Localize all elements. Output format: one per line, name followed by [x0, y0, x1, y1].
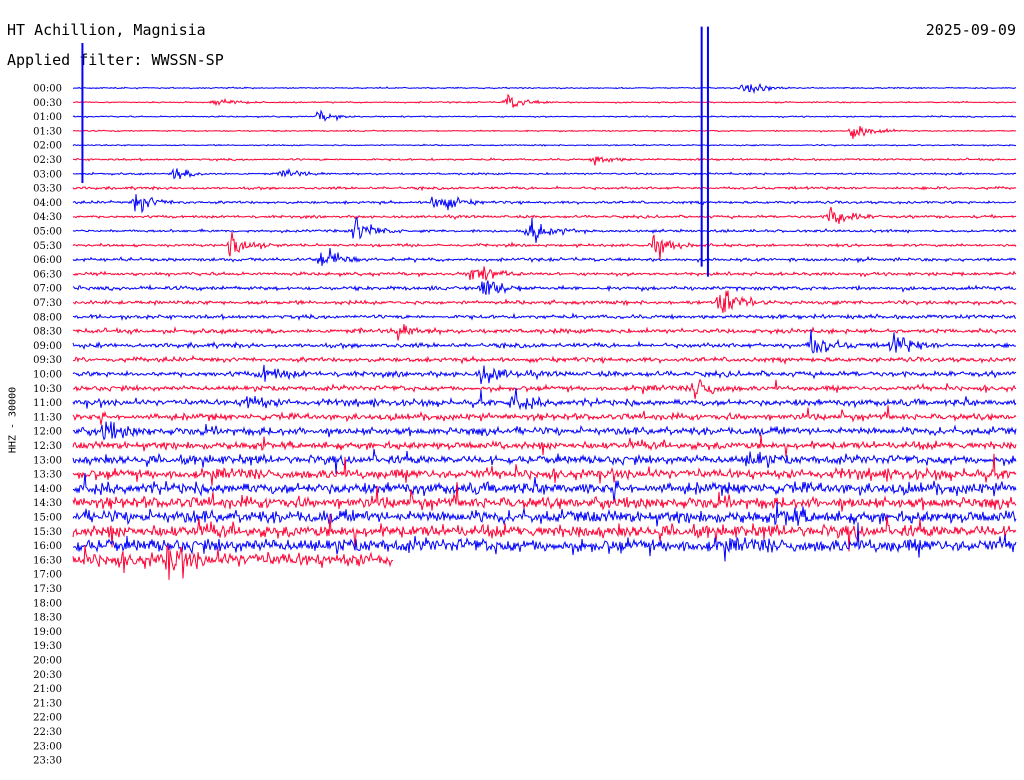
- trace-row: [72, 109, 1017, 122]
- trace-row: [72, 194, 1017, 214]
- time-labels: 00:00 00:30 01:00 01:30 02:00 02:30 03:00 03:30…: [33, 84, 62, 767]
- time-label: 15:00: [33, 513, 62, 524]
- time-label: 21:30: [33, 698, 62, 709]
- time-label: 02:30: [33, 155, 62, 166]
- time-label: 01:30: [33, 126, 62, 137]
- trace-row: [72, 421, 1017, 441]
- time-label: 06:30: [33, 269, 62, 280]
- time-label: 10:00: [33, 370, 62, 381]
- time-label: 05:00: [33, 227, 62, 238]
- time-label: 16:30: [33, 555, 62, 566]
- time-label: 00:00: [33, 84, 62, 95]
- helicorder-plot: 00:00 00:30 01:00 01:30 02:00 02:30 03:00 03:30…: [33, 26, 1017, 767]
- time-label: 13:00: [33, 455, 62, 466]
- trace-row: [72, 290, 1017, 314]
- time-label: 08:30: [33, 327, 62, 338]
- trace-row: [72, 481, 1017, 512]
- time-label: 08:00: [33, 312, 62, 323]
- time-label: 01:00: [33, 112, 62, 123]
- time-label: 13:30: [33, 470, 62, 481]
- time-label: 11:30: [33, 412, 62, 423]
- trace-row: [72, 266, 1017, 281]
- trace-row: [72, 93, 1016, 108]
- trace-row: [72, 329, 1017, 354]
- trace-row: [72, 280, 1017, 295]
- trace-row: [72, 378, 1017, 400]
- trace-row: [72, 544, 394, 580]
- time-label: 10:30: [33, 384, 62, 395]
- time-label: 12:30: [33, 441, 62, 452]
- time-label: 18:00: [33, 598, 62, 609]
- trace-row: [72, 167, 1017, 180]
- time-label: 19:30: [33, 641, 62, 652]
- time-label: 20:30: [33, 670, 62, 681]
- trace-row: [72, 143, 1017, 147]
- trace-row: [73, 82, 1017, 95]
- time-label: 20:00: [33, 656, 62, 667]
- trace-row: [72, 312, 1016, 322]
- trace-row: [72, 405, 1017, 425]
- time-label: 18:30: [33, 613, 62, 624]
- channel-label: HHZ - 30000: [7, 386, 19, 454]
- trace-row: [72, 435, 1017, 457]
- time-label: 04:30: [33, 212, 62, 223]
- time-label: 04:00: [33, 198, 62, 209]
- time-label: 00:30: [33, 98, 62, 109]
- time-label: 22:30: [33, 727, 62, 738]
- trace-row: [72, 185, 1017, 192]
- trace-row: [72, 126, 1017, 139]
- time-label: 21:00: [33, 684, 62, 695]
- trace-row: [72, 354, 1017, 366]
- time-label: 07:30: [33, 298, 62, 309]
- time-label: 23:30: [33, 756, 62, 767]
- time-label: 14:00: [33, 484, 62, 495]
- time-label: 07:00: [33, 284, 62, 295]
- trace-row: [72, 448, 1017, 474]
- time-label: 06:00: [33, 255, 62, 266]
- time-label: 17:30: [33, 584, 62, 595]
- time-label: 22:00: [33, 713, 62, 724]
- time-label: 14:30: [33, 498, 62, 509]
- time-label: 23:00: [33, 741, 62, 752]
- trace-row: [72, 324, 1017, 341]
- trace-row: [72, 156, 1017, 166]
- trace-row: [72, 387, 1017, 411]
- seismic-traces: [72, 26, 1017, 580]
- trace-row: [72, 472, 1017, 503]
- time-label: 03:30: [33, 184, 62, 195]
- time-label: 09:30: [33, 355, 62, 366]
- trace-row: [72, 364, 1017, 385]
- time-label: 09:00: [33, 341, 62, 352]
- time-label: 05:30: [33, 241, 62, 252]
- time-label: 16:00: [33, 541, 62, 552]
- time-label: 17:00: [33, 570, 62, 581]
- time-label: 15:30: [33, 527, 62, 538]
- time-label: 19:00: [33, 627, 62, 638]
- time-label: 02:00: [33, 141, 62, 152]
- trace-row: [72, 206, 1017, 225]
- trace-row: [72, 231, 1017, 260]
- trace-row: [72, 247, 1017, 266]
- time-label: 11:00: [33, 398, 62, 409]
- time-label: 12:00: [33, 427, 62, 438]
- trace-row: [72, 216, 1017, 243]
- time-label: 03:00: [33, 169, 62, 180]
